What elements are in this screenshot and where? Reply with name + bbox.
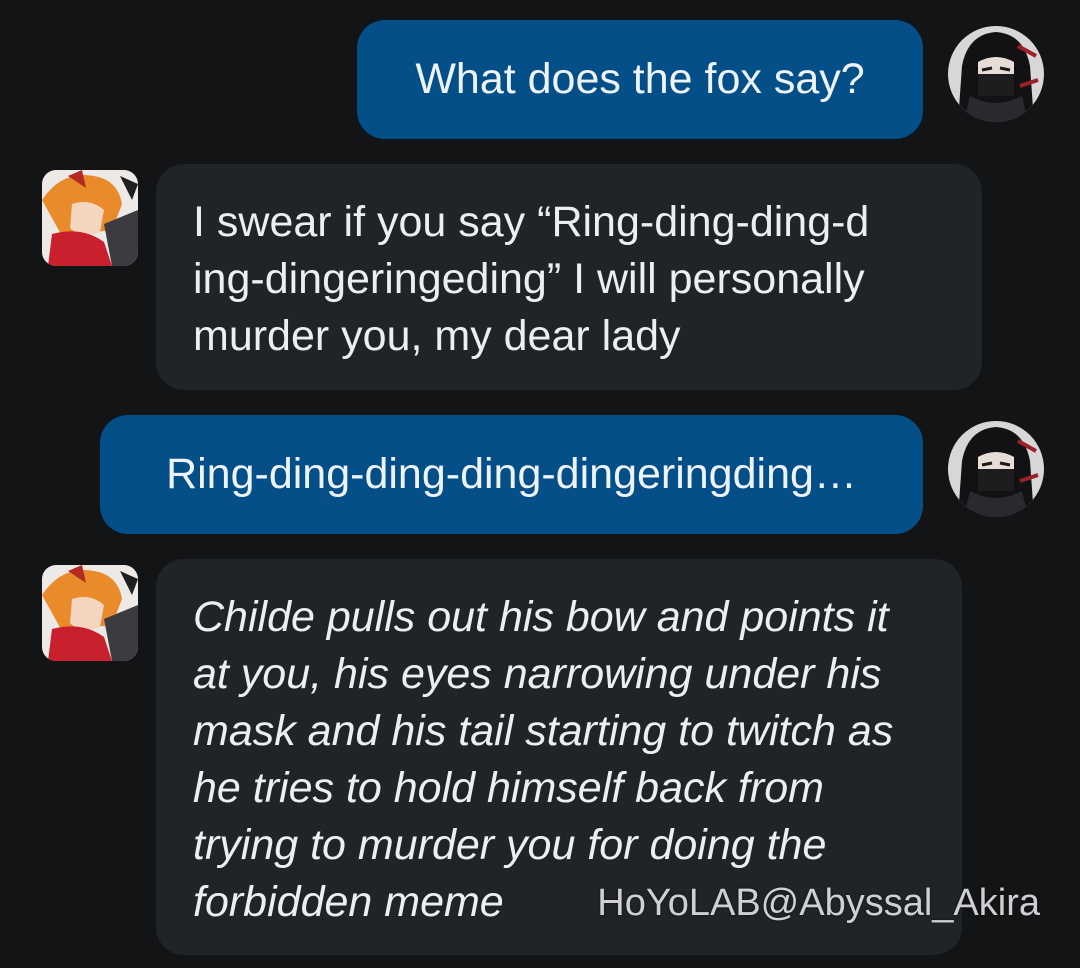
chat-window: What does the fox say? I swear if you sa…: [0, 0, 1080, 968]
bot-avatar[interactable]: [42, 170, 138, 266]
message-text: Childe pulls out his bow and points it a…: [193, 593, 894, 926]
masked-character-icon: [948, 421, 1044, 517]
user-avatar[interactable]: [948, 421, 1044, 517]
message-text: What does the fox say?: [415, 55, 865, 103]
user-avatar[interactable]: [948, 26, 1044, 122]
message-text: I swear if you say “Ring-ding-ding-d ing…: [193, 198, 870, 360]
bot-message-bubble[interactable]: I swear if you say “Ring-ding-ding-d ing…: [156, 164, 982, 390]
orange-hair-character-icon: [42, 170, 138, 266]
user-message-bubble[interactable]: Ring-ding-ding-ding-dingeringding…: [100, 415, 923, 534]
user-message-bubble[interactable]: What does the fox say?: [357, 20, 923, 139]
message-text: Ring-ding-ding-ding-dingeringding…: [166, 450, 857, 498]
orange-hair-character-icon: [42, 565, 138, 661]
masked-character-icon: [948, 26, 1044, 122]
watermark: HoYoLAB@Abyssal_Akira: [597, 882, 1040, 924]
bot-avatar[interactable]: [42, 565, 138, 661]
